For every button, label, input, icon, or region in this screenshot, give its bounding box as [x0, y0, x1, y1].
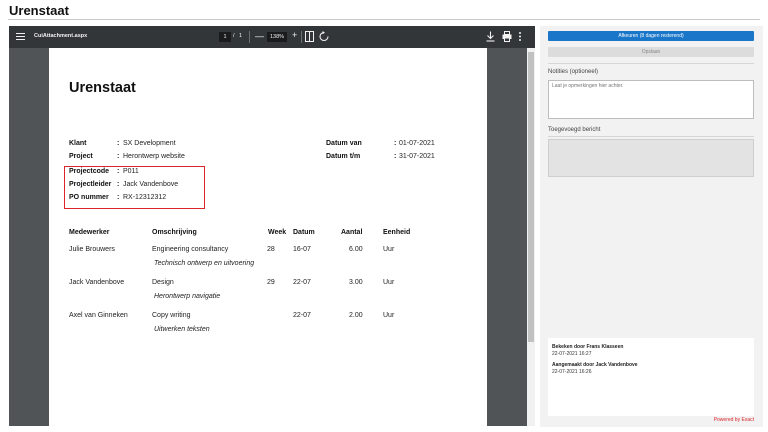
download-icon[interactable]: [486, 31, 495, 44]
toolbar-divider: [301, 31, 302, 43]
pdf-page: Urenstaat Klant : SX Development Project…: [49, 48, 487, 426]
activity-history: Bekeken door Frans Klasseen 22-07-2021 1…: [548, 338, 754, 416]
page-separator: /: [233, 33, 235, 39]
cell-date: 22-07: [293, 279, 311, 286]
fit-page-icon[interactable]: [305, 31, 314, 44]
col-header-amount: Aantal: [341, 229, 363, 236]
divider: [548, 63, 754, 64]
notes-input[interactable]: [548, 80, 754, 119]
document-title: Urenstaat: [69, 80, 136, 96]
powered-by-label: Powered by Exact: [713, 417, 754, 423]
zoom-level[interactable]: 138%: [267, 32, 287, 42]
field-sep: :: [394, 140, 397, 147]
cell-week: 28: [267, 246, 275, 253]
field-value-date-from: 01-07-2021: [399, 140, 435, 147]
more-options-icon[interactable]: [518, 31, 522, 44]
col-header-description: Omschrijving: [152, 229, 197, 236]
field-label-client: Klant: [69, 140, 87, 147]
cell-note: Technisch ontwerp en uitvoering: [154, 260, 255, 267]
pdf-scrollbar[interactable]: [527, 48, 535, 426]
field-label-date-to: Datum t/m: [326, 153, 361, 160]
field-value-client: SX Development: [123, 140, 176, 147]
print-icon[interactable]: [502, 31, 512, 44]
col-header-date: Datum: [293, 229, 315, 236]
added-message-box: [548, 139, 754, 177]
pdf-toolbar: CuiAttachment.aspx 1 / 1 — 138% +: [9, 26, 535, 48]
zoom-in-button[interactable]: +: [292, 30, 297, 40]
page-total: 1: [239, 33, 243, 39]
cell-unit: Uur: [383, 246, 395, 253]
reject-button[interactable]: Afkeuren (8 dagen resterend): [548, 31, 754, 41]
field-sep: :: [394, 153, 397, 160]
field-label-date-from: Datum van: [326, 140, 362, 147]
cell-date: 16-07: [293, 246, 311, 253]
highlight-box: [64, 166, 205, 209]
cell-note: Uitwerken teksten: [154, 326, 210, 333]
cell-employee: Julie Brouwers: [69, 246, 115, 253]
cell-amount: 3.00: [349, 279, 363, 286]
field-value-project: Herontwerp website: [123, 153, 185, 160]
history-date: 22-07-2021 16:27: [552, 351, 592, 357]
cell-description: Copy writing: [152, 312, 191, 319]
field-label-project: Project: [69, 153, 93, 160]
scrollbar-thumb[interactable]: [528, 52, 534, 342]
col-header-unit: Eenheid: [383, 229, 411, 236]
field-sep: :: [117, 153, 120, 160]
notes-label: Notities (optioneel): [548, 69, 599, 75]
pdf-viewer[interactable]: CuiAttachment.aspx 1 / 1 — 138% + Urenst…: [9, 26, 535, 426]
added-message-label: Toegevoegd bericht: [548, 127, 601, 133]
col-header-week: Week: [268, 229, 287, 236]
cell-description: Design: [152, 279, 174, 286]
approval-panel: Afkeuren (8 dagen resterend) Opslaan Not…: [540, 26, 763, 427]
history-date: 22-07-2021 16:26: [552, 369, 592, 375]
cell-date: 22-07: [293, 312, 311, 319]
page-title: Urenstaat: [9, 3, 69, 18]
field-sep: :: [117, 140, 120, 147]
cell-description: Engineering consultancy: [152, 246, 229, 253]
rotate-icon[interactable]: [319, 31, 329, 44]
cell-unit: Uur: [383, 279, 395, 286]
col-header-employee: Medewerker: [69, 229, 110, 236]
toolbar-divider: [249, 31, 250, 43]
field-value-date-to: 31-07-2021: [399, 153, 435, 160]
title-divider: [8, 19, 760, 20]
cell-amount: 2.00: [349, 312, 363, 319]
cell-amount: 6.00: [349, 246, 363, 253]
cell-note: Herontwerp navigatie: [154, 293, 221, 300]
history-title: Aangemaakt door Jack Vandenbove: [552, 362, 638, 368]
cell-unit: Uur: [383, 312, 395, 319]
page-number-input[interactable]: 1: [219, 32, 231, 42]
history-title: Bekeken door Frans Klasseen: [552, 344, 624, 350]
menu-icon[interactable]: [16, 31, 25, 43]
save-button[interactable]: Opslaan: [548, 47, 754, 57]
cell-employee: Axel van Ginneken: [69, 312, 128, 319]
divider: [548, 136, 754, 137]
zoom-out-button[interactable]: —: [255, 31, 264, 41]
pdf-filename: CuiAttachment.aspx: [34, 33, 88, 39]
cell-employee: Jack Vandenbove: [69, 279, 125, 286]
cell-week: 29: [267, 279, 275, 286]
